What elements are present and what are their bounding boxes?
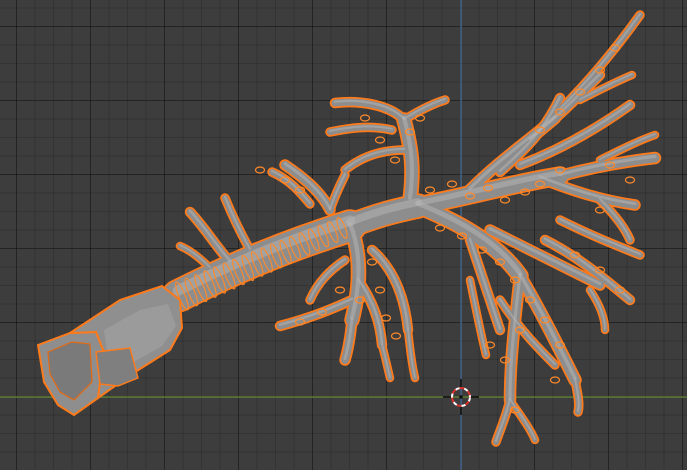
3d-cursor-icon[interactable] xyxy=(443,379,479,415)
branch-highlight xyxy=(509,398,536,440)
3d-viewport[interactable] xyxy=(0,0,687,470)
edge-loop-marker xyxy=(424,186,436,194)
edge-loop-marker xyxy=(334,286,346,294)
branch xyxy=(177,243,213,271)
edge-loop-marker xyxy=(446,180,458,188)
airway-mesh[interactable] xyxy=(36,10,662,447)
branch-highlight xyxy=(223,195,252,250)
edge-loop-marker xyxy=(374,136,386,144)
edge-loop-marker xyxy=(374,286,386,294)
edge-loop-marker xyxy=(359,114,371,122)
edge-loop-marker xyxy=(254,166,266,174)
edge-loop-marker xyxy=(390,332,402,340)
edge-loop-marker xyxy=(434,224,446,232)
trachea-fold xyxy=(95,347,139,387)
edge-loop-marker xyxy=(499,196,511,204)
viewport-scene[interactable] xyxy=(0,0,687,470)
edge-loop-marker xyxy=(366,258,378,266)
edge-loop-marker xyxy=(380,314,392,322)
edge-loop-marker xyxy=(624,176,636,184)
edge-loop-marker xyxy=(389,156,401,164)
edge-loop-marker xyxy=(549,376,561,384)
